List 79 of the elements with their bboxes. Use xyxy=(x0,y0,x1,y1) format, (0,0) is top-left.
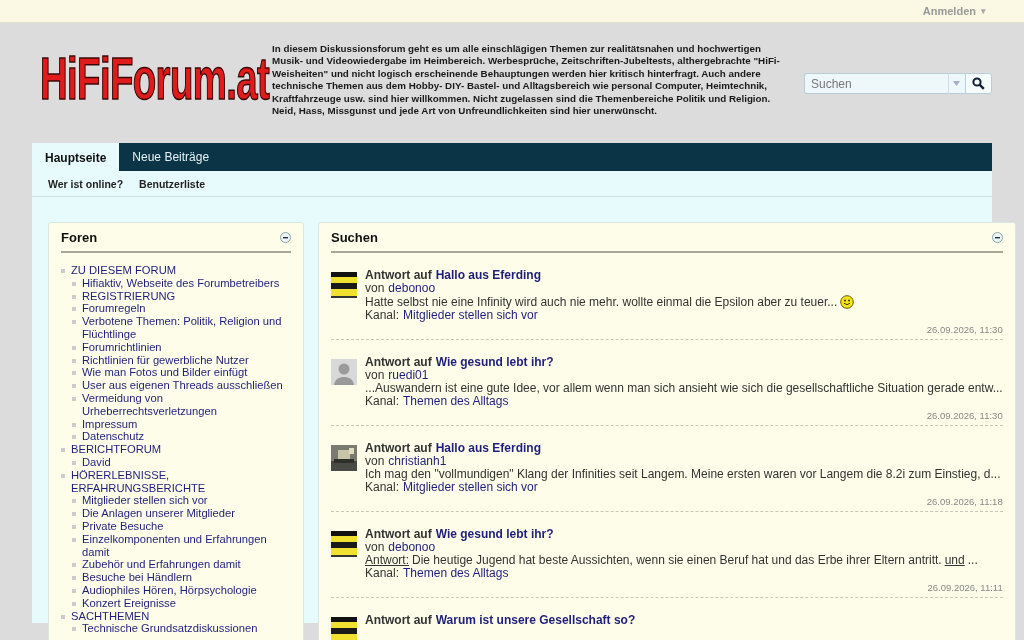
post-time: 26.09.2026, 11:30 xyxy=(926,410,1003,421)
channel-link[interactable]: Mitglieder stellen sich vor xyxy=(403,481,538,494)
search-field[interactable]: Suchen xyxy=(804,73,948,94)
forum-link[interactable]: User aus eigenen Threads ausschließen xyxy=(82,379,283,392)
search-button[interactable] xyxy=(964,73,992,94)
forum-link[interactable]: Technische Grundsatzdiskussionen xyxy=(82,622,258,636)
post-time: 26.09.2026, 11:30 xyxy=(926,324,1003,335)
post-time: 26.09.2026, 11:11 xyxy=(927,582,1003,593)
forum-link[interactable]: Private Besuche xyxy=(82,519,164,533)
forum-link[interactable]: Datenschutz xyxy=(82,430,145,444)
thread-link[interactable]: Wie gesund lebt ihr? xyxy=(435,356,554,369)
author-label: von xyxy=(365,455,385,468)
user-link[interactable]: christianh1 xyxy=(388,455,447,468)
post-excerpt: Hatte selbst nie eine Infinity wird auch nie mehr. wollte einmal die Epsilon aber zu teuer... xyxy=(365,295,838,309)
excerpt-link[interactable]: Antwort: xyxy=(365,554,409,567)
site-logo[interactable]: HiFiForum.at xyxy=(40,47,270,111)
collapse-icon[interactable] xyxy=(991,231,1003,243)
author-label: von xyxy=(365,369,385,382)
channel-link[interactable]: Themen des Alltags xyxy=(403,395,509,408)
user-link[interactable]: ruedi01 xyxy=(388,369,429,382)
author-label: von xyxy=(365,282,385,295)
collapse-icon[interactable] xyxy=(280,231,291,243)
panel-title: Foren xyxy=(61,229,98,245)
forum-link[interactable]: Forumrichtlinien xyxy=(82,340,162,354)
post-label: Antwort auf xyxy=(365,614,432,627)
post-excerpt: ... xyxy=(967,554,978,567)
forum-description: In diesem Diskussionsforum geht es um alle einschlägigen Themen zur realitätsnahen und hochwertigen Musik- und Videowiedergabe im Heimbereich. Werbesprüche, Zeitschriften-Jubeltests, althergebrachte "HiFi-Weisheiten" und nicht logisch erscheinende Behauptungen werden hier kritisch hinterfragt. Auch andere technische Themen aus dem Hobby- DIY- Bastel- und Alltagsbereich wie personal Computer, Heimtechnik, Kraftfahrzeuge usw. sind hier willkommen. Nicht zugelassen sind die Themenbereiche Politik und Religion. Neid, Hass, Missgunst und jede Art von Unfreundlichkeiten sind hier unerwünscht. xyxy=(272,43,781,118)
avatar xyxy=(331,617,357,640)
forum-link[interactable]: Besuche bei Händlern xyxy=(82,571,193,584)
sub-nav-link[interactable]: Benutzerliste xyxy=(139,177,205,190)
forum-link[interactable]: Hifiaktiv, Webseite des Forumbetreibers xyxy=(82,276,280,290)
avatar xyxy=(331,359,357,385)
post-time: 26.09.2026, 11:18 xyxy=(926,496,1003,507)
channel-label: Kanal: xyxy=(365,481,400,494)
avatar xyxy=(331,531,357,557)
forum-link[interactable]: Vermeidung von Urheberrechtsverletzungen xyxy=(82,391,291,418)
user-link[interactable]: debonoo xyxy=(388,541,436,554)
channel-label: Kanal: xyxy=(365,395,400,408)
forum-link[interactable]: Richtlinien für gewerbliche Nutzer xyxy=(82,353,249,367)
channel-label: Kanal: xyxy=(365,567,400,580)
forum-link[interactable]: REGISTRIERUNG xyxy=(82,289,176,303)
channel-link[interactable]: Themen des Alltags xyxy=(403,567,509,580)
post-label: Antwort auf xyxy=(365,356,432,369)
post-label: Antwort auf xyxy=(365,528,432,541)
forum-link[interactable]: Zubehör und Erfahrungen damit xyxy=(82,558,241,572)
thread-link[interactable]: Wie gesund lebt ihr? xyxy=(435,528,554,541)
forum-link[interactable]: Die Anlagen unserer Mitglieder xyxy=(82,507,235,520)
forum-link[interactable]: Mitglieder stellen sich vor xyxy=(82,494,208,508)
author-label: von xyxy=(365,541,385,554)
forum-link[interactable]: Einzelkomponenten und Erfahrungen damit xyxy=(82,532,291,559)
panel-title: Suchen xyxy=(331,229,378,245)
forum-link[interactable]: Forumregeln xyxy=(82,302,146,316)
forum-link[interactable]: Verbotene Themen: Politik, Religion und Flüchtlinge xyxy=(82,315,291,341)
nav-tab[interactable]: Neue Beiträge xyxy=(119,143,223,171)
channel-link[interactable]: Mitglieder stellen sich vor xyxy=(403,309,538,322)
post-label: Antwort auf xyxy=(365,442,432,455)
thread-link[interactable]: Hallo aus Eferding xyxy=(435,269,541,282)
post-excerpt: Ich mag den "vollmundigen" Klang der Infinities seit Langem. Meine ersten waren vor Langem die 8.2i zum Einstieg, d... xyxy=(365,468,1001,481)
excerpt-link[interactable]: und xyxy=(944,554,965,567)
thread-link[interactable]: Warum ist unsere Gesellschaft so? xyxy=(435,614,636,627)
forum-link[interactable]: David xyxy=(82,455,111,469)
forum-link[interactable]: SACHTHEMEN xyxy=(71,609,150,623)
forum-link[interactable]: ZU DIESEM FORUM xyxy=(71,264,177,277)
user-link[interactable]: debonoo xyxy=(388,282,436,295)
sub-nav-link[interactable]: Wer ist online? xyxy=(48,177,124,190)
forum-link[interactable]: Konzert Ereignisse xyxy=(82,596,176,610)
nav-tab[interactable]: Hauptseite xyxy=(32,143,120,171)
thread-link[interactable]: Hallo aus Eferding xyxy=(435,442,541,455)
avatar xyxy=(331,272,357,298)
post-label: Antwort auf xyxy=(365,269,432,282)
forum-link[interactable]: Wie man Fotos und Bilder einfügt xyxy=(82,366,248,380)
channel-label: Kanal: xyxy=(365,309,400,322)
forum-link[interactable]: Impressum xyxy=(82,417,138,431)
post-excerpt: ...Auswandern ist eine gute Idee, vor allem wenn man sich ansieht wie sich die gesellschaftliche Situation gerade entw... xyxy=(365,382,1003,395)
forum-link[interactable]: BERICHTFORUM xyxy=(71,443,162,456)
forum-link[interactable]: Audiophiles Hören, Hörpsychologie xyxy=(82,583,257,597)
search-icon xyxy=(971,77,985,90)
forum-link[interactable]: HÖRERLEBNISSE, ERFAHRUNGSBERICHTE xyxy=(71,468,291,495)
post-excerpt: Die heutige Jugend hat beste Aussichten, wenn sie einen Beruf hat und das Erbe ihrer Eltern antritt. xyxy=(412,554,942,567)
